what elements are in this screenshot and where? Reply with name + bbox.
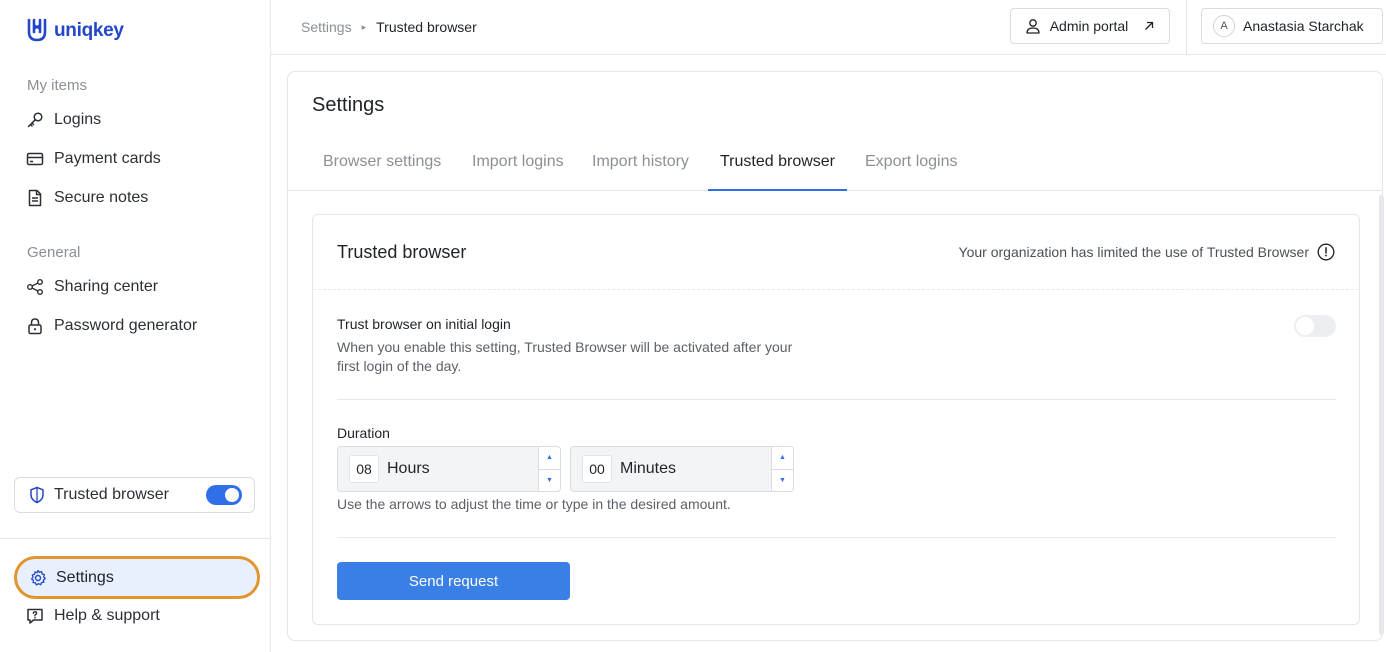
user-menu-button[interactable]: A Anastasia Starchak xyxy=(1201,8,1383,44)
minutes-value[interactable]: 00 xyxy=(582,455,612,483)
duration-label: Duration xyxy=(337,425,390,441)
hours-value[interactable]: 08 xyxy=(349,455,379,483)
trusted-browser-toggle[interactable] xyxy=(206,485,242,505)
sidebar-item-password-generator[interactable]: Password generator xyxy=(26,314,197,338)
breadcrumb: Settings ▸ Trusted browser xyxy=(301,19,477,35)
lock-icon xyxy=(28,318,42,335)
page-title: Settings xyxy=(312,94,385,116)
brand-name: uniqkey xyxy=(54,20,124,41)
admin-portal-button[interactable]: Admin portal xyxy=(1010,8,1170,44)
user-name: Anastasia Starchak xyxy=(1243,18,1364,34)
sidebar-item-help-support[interactable]: Help & support xyxy=(26,604,160,628)
admin-portal-label: Admin portal xyxy=(1049,18,1129,34)
topbar-divider xyxy=(1186,0,1187,55)
org-limit-notice: Your organization has limited the use of… xyxy=(959,243,1335,261)
option-title: Trust browser on initial login xyxy=(337,316,511,332)
minutes-up-arrow-icon[interactable]: ▲ xyxy=(772,447,793,470)
sidebar-item-label: Password generator xyxy=(54,317,198,334)
send-request-button[interactable]: Send request xyxy=(337,562,570,600)
brand-logo[interactable]: uniqkey xyxy=(26,18,124,44)
duration-hint: Use the arrows to adjust the time or typ… xyxy=(337,496,731,512)
breadcrumb-separator-icon: ▸ xyxy=(361,21,367,32)
sidebar-item-logins[interactable]: Logins xyxy=(26,108,101,132)
user-icon xyxy=(1026,19,1040,34)
minutes-stepper[interactable]: 00 Minutes ▲ ▼ xyxy=(570,446,794,492)
note-icon xyxy=(28,189,42,207)
sidebar-item-settings[interactable]: Settings xyxy=(14,556,260,599)
sidebar-item-secure-notes[interactable]: Secure notes xyxy=(26,186,148,210)
breadcrumb-settings[interactable]: Settings xyxy=(301,19,352,35)
option-description: When you enable this setting, Trusted Br… xyxy=(337,339,793,374)
trust-on-initial-login-toggle[interactable] xyxy=(1294,315,1336,337)
tab-import-history[interactable]: Import history xyxy=(580,135,701,191)
info-icon[interactable] xyxy=(1317,243,1335,261)
hours-arrows: ▲ ▼ xyxy=(538,447,560,491)
sidebar-item-label: Help & support xyxy=(54,607,160,624)
tab-import-logins[interactable]: Import logins xyxy=(460,135,576,191)
sidebar-item-payment-cards[interactable]: Payment cards xyxy=(26,147,161,171)
section-divider xyxy=(337,399,1336,400)
trusted-browser-label: Trusted browser xyxy=(54,486,169,503)
sidebar-item-sharing-center[interactable]: Sharing center xyxy=(26,275,158,299)
credit-card-icon xyxy=(26,152,44,166)
settings-card: Settings Browser settings Import logins … xyxy=(287,71,1383,641)
help-icon xyxy=(27,608,43,624)
hours-down-arrow-icon[interactable]: ▼ xyxy=(539,470,560,492)
sidebar-item-label: Sharing center xyxy=(54,278,159,295)
breadcrumb-current: Trusted browser xyxy=(376,19,477,35)
sidebar-item-label: Logins xyxy=(54,111,102,128)
tab-trusted-browser[interactable]: Trusted browser xyxy=(708,135,847,191)
hours-stepper[interactable]: 08 Hours ▲ ▼ xyxy=(337,446,561,492)
share-icon xyxy=(27,279,43,295)
hours-unit: Hours xyxy=(387,460,430,477)
trusted-browser-card: Trusted browser xyxy=(14,477,255,513)
sidebar-item-label: Settings xyxy=(56,568,114,586)
section-label-my-items: My items xyxy=(27,77,87,94)
notice-text: Your organization has limited the use of… xyxy=(958,244,1309,260)
avatar: A xyxy=(1213,15,1235,37)
tab-export-logins[interactable]: Export logins xyxy=(853,135,970,191)
shield-icon xyxy=(30,486,44,504)
top-bar: Settings ▸ Trusted browser Admin portal … xyxy=(271,0,1386,55)
minutes-unit: Minutes xyxy=(620,460,677,477)
panel-divider xyxy=(313,289,1359,290)
sidebar-item-label: Payment cards xyxy=(54,150,161,167)
uniqkey-logo-icon xyxy=(27,18,47,42)
sidebar: uniqkey My items Logins Payment cards Se… xyxy=(0,0,271,652)
minutes-down-arrow-icon[interactable]: ▼ xyxy=(772,470,793,492)
hours-up-arrow-icon[interactable]: ▲ xyxy=(539,447,560,470)
trusted-browser-panel: Trusted browser Your organization has li… xyxy=(312,214,1360,625)
section-divider xyxy=(337,537,1336,538)
sidebar-divider xyxy=(0,538,270,539)
panel-title: Trusted browser xyxy=(337,242,467,262)
settings-tabs: Browser settings Import logins Import hi… xyxy=(288,135,1382,191)
tab-browser-settings[interactable]: Browser settings xyxy=(311,135,453,191)
external-link-icon xyxy=(1145,21,1154,30)
sidebar-item-label: Secure notes xyxy=(54,189,149,206)
minutes-arrows: ▲ ▼ xyxy=(771,447,793,491)
scrollbar[interactable] xyxy=(1379,195,1384,635)
section-label-general: General xyxy=(27,244,81,261)
key-icon xyxy=(27,112,43,128)
gear-icon xyxy=(30,569,46,586)
